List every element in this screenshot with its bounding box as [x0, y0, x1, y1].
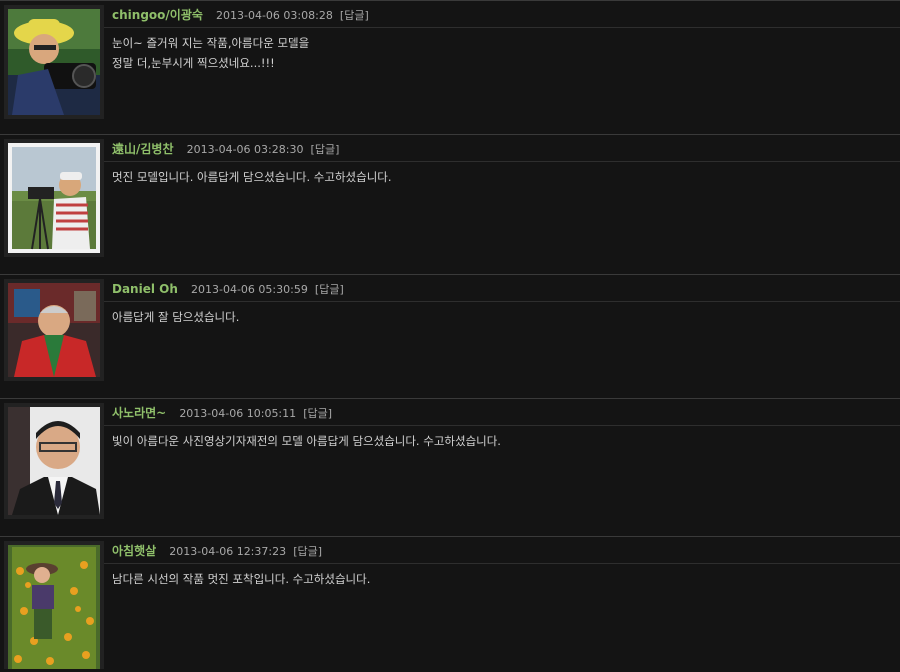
author-name[interactable]: 遠山/김병찬 — [112, 142, 174, 156]
comment-text: 아름답게 잘 담으셨습니다. — [104, 302, 900, 327]
reply-link[interactable]: [답글] — [340, 9, 369, 22]
reply-link[interactable]: [답글] — [293, 545, 322, 558]
comment-date: 2013-04-06 05:30:59 — [190, 283, 308, 296]
avatar[interactable] — [4, 403, 104, 519]
comment-text: 멋진 모델입니다. 아름답게 담으셨습니다. 수고하셨습니다. — [104, 162, 900, 187]
comment-header: Daniel Oh 2013-04-06 05:30:59 [답글] — [104, 275, 900, 302]
reply-link[interactable]: [답글] — [315, 283, 344, 296]
comment-date: 2013-04-06 12:37:23 — [169, 545, 287, 558]
comment-header: 아침햇살 2013-04-06 12:37:23 [답글] — [104, 537, 900, 564]
comment-text: 눈이~ 즐거워 지는 작품,아름다운 모델을 정말 더,눈부시게 찍으셨네요..… — [104, 28, 900, 73]
comment-body: 遠山/김병찬 2013-04-06 03:28:30 [답글] 멋진 모델입니다… — [104, 135, 900, 187]
comment-item: Daniel Oh 2013-04-06 05:30:59 [답글] 아름답게 … — [0, 274, 900, 399]
avatar-photo — [8, 283, 100, 377]
comment-date: 2013-04-06 03:08:28 — [216, 9, 333, 22]
avatar-photo — [8, 545, 100, 669]
avatar[interactable] — [4, 279, 104, 381]
comment-header: chingoo/이광숙 2013-04-06 03:08:28 [답글] — [104, 1, 900, 28]
comment-line: 정말 더,눈부시게 찍으셨네요...!!! — [112, 56, 275, 70]
author-name[interactable]: 사노라면~ — [112, 406, 166, 420]
author-name[interactable]: chingoo/이광숙 — [112, 8, 203, 22]
comment-item: 아침햇살 2013-04-06 12:37:23 [답글] 남다른 시선의 작품… — [0, 536, 900, 672]
reply-link[interactable]: [답글] — [303, 407, 332, 420]
comment-line: 아름답게 잘 담으셨습니다. — [112, 310, 240, 324]
author-name[interactable]: Daniel Oh — [112, 282, 178, 296]
comment-body: Daniel Oh 2013-04-06 05:30:59 [답글] 아름답게 … — [104, 275, 900, 327]
comment-line: 멋진 모델입니다. 아름답게 담으셨습니다. 수고하셨습니다. — [112, 170, 392, 184]
avatar[interactable] — [4, 541, 104, 669]
comment-header: 遠山/김병찬 2013-04-06 03:28:30 [답글] — [104, 135, 900, 162]
comment-text: 빛이 아름다운 사진영상기자재전의 모델 아름답게 담으셨습니다. 수고하셨습니… — [104, 426, 900, 451]
comment-body: 사노라면~ 2013-04-06 10:05:11 [답글] 빛이 아름다운 사… — [104, 399, 900, 451]
avatar[interactable] — [4, 139, 104, 257]
reply-link[interactable]: [답글] — [311, 143, 340, 156]
comment-line: 눈이~ 즐거워 지는 작품,아름다운 모델을 — [112, 36, 310, 50]
comment-line: 빛이 아름다운 사진영상기자재전의 모델 아름답게 담으셨습니다. 수고하셨습니… — [112, 434, 501, 448]
comment-header: 사노라면~ 2013-04-06 10:05:11 [답글] — [104, 399, 900, 426]
avatar[interactable] — [4, 5, 104, 119]
comment-item: 遠山/김병찬 2013-04-06 03:28:30 [답글] 멋진 모델입니다… — [0, 134, 900, 275]
comment-item: 사노라면~ 2013-04-06 10:05:11 [답글] 빛이 아름다운 사… — [0, 398, 900, 537]
comment-text: 남다른 시선의 작품 멋진 포착입니다. 수고하셨습니다. — [104, 564, 900, 589]
avatar-photo — [8, 407, 100, 515]
comment-body: chingoo/이광숙 2013-04-06 03:08:28 [답글] 눈이~… — [104, 1, 900, 73]
author-name[interactable]: 아침햇살 — [112, 544, 156, 558]
comment-date: 2013-04-06 03:28:30 — [186, 143, 304, 156]
comment-item: chingoo/이광숙 2013-04-06 03:08:28 [답글] 눈이~… — [0, 0, 900, 135]
avatar-photo — [8, 143, 100, 253]
avatar-photo — [8, 9, 100, 115]
comment-date: 2013-04-06 10:05:11 — [179, 407, 297, 420]
comment-line: 남다른 시선의 작품 멋진 포착입니다. 수고하셨습니다. — [112, 572, 371, 586]
comment-body: 아침햇살 2013-04-06 12:37:23 [답글] 남다른 시선의 작품… — [104, 537, 900, 589]
